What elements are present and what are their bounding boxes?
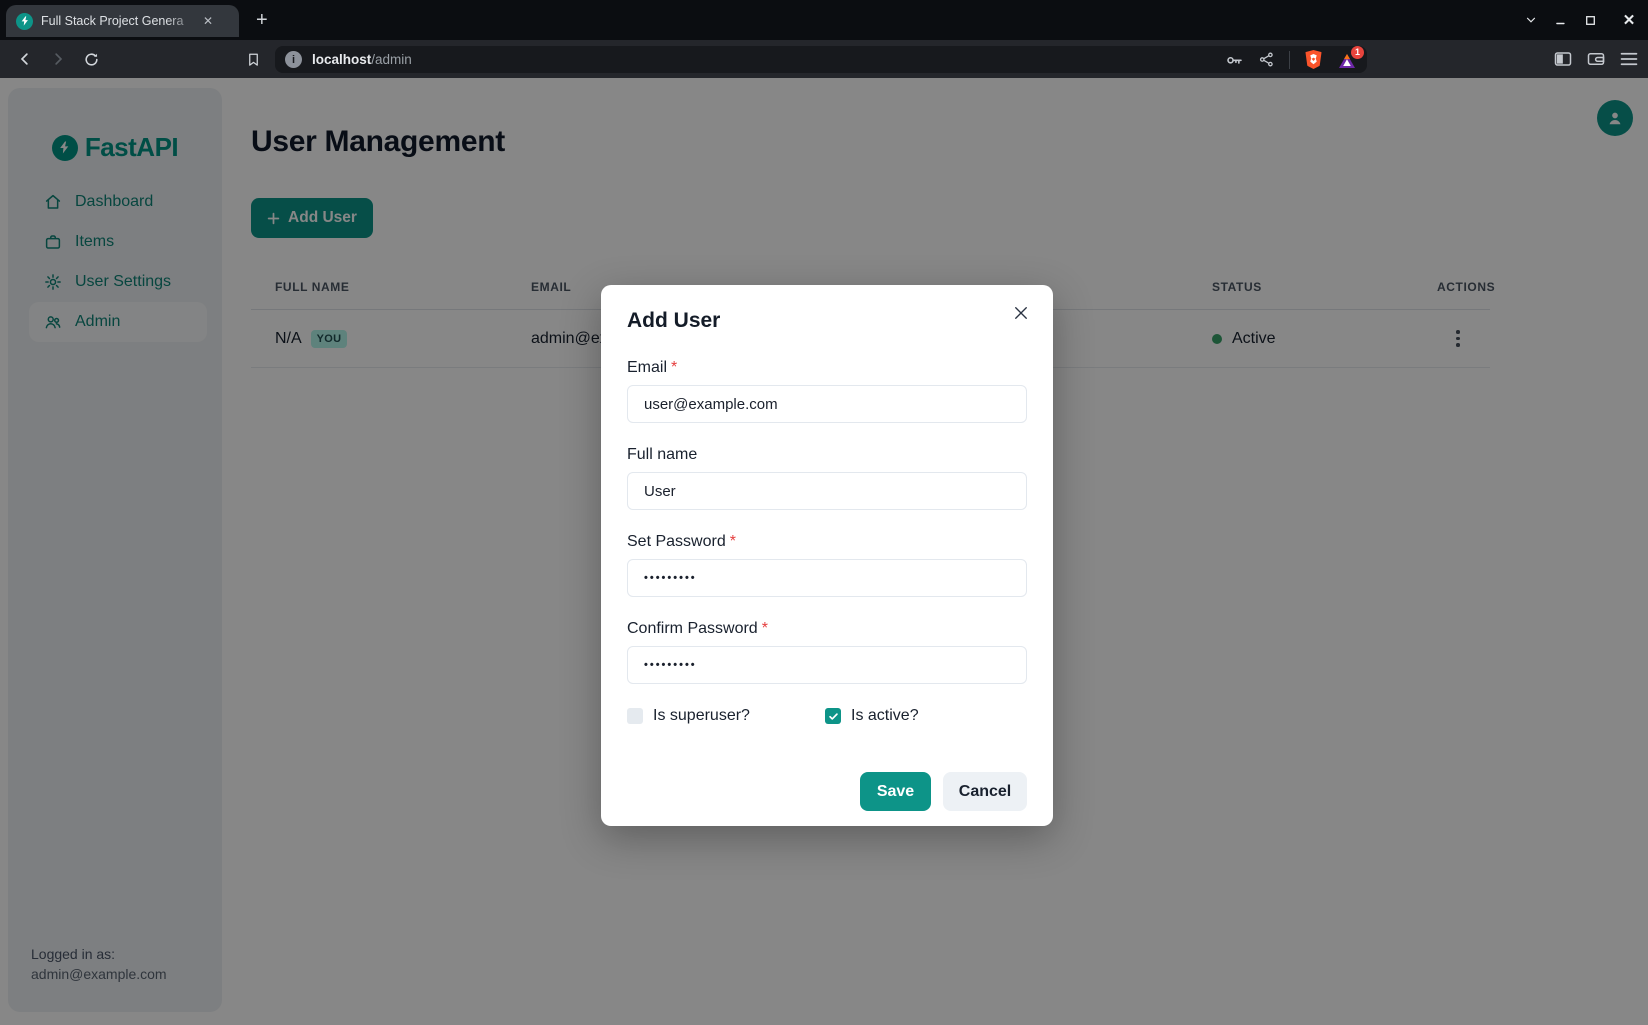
bookmark-icon[interactable] bbox=[241, 40, 265, 78]
info-icon[interactable]: i bbox=[285, 51, 302, 68]
menu-icon[interactable] bbox=[1616, 40, 1642, 78]
window-close-icon[interactable]: ✕ bbox=[1614, 11, 1644, 29]
share-icon[interactable] bbox=[1258, 51, 1275, 68]
maximize-icon[interactable] bbox=[1584, 14, 1614, 27]
extension-icon[interactable]: 1 bbox=[1337, 51, 1357, 69]
url-bar[interactable]: i localhost /admin 1 bbox=[275, 46, 1367, 73]
full-name-field-group: Full name bbox=[627, 446, 1027, 510]
cancel-button[interactable]: Cancel bbox=[943, 772, 1027, 811]
forward-icon[interactable] bbox=[45, 40, 71, 78]
set-password-field[interactable] bbox=[627, 559, 1027, 597]
chevron-down-icon[interactable] bbox=[1524, 13, 1554, 27]
save-button[interactable]: Save bbox=[860, 772, 931, 811]
tab-title: Full Stack Project Genera bbox=[41, 14, 201, 28]
title-bar: Full Stack Project Genera ✕ + ✕ bbox=[0, 0, 1648, 40]
url-host: localhost bbox=[312, 52, 371, 67]
email-field[interactable] bbox=[627, 385, 1027, 423]
extension-badge: 1 bbox=[1351, 46, 1364, 59]
wallet-icon[interactable] bbox=[1583, 40, 1609, 78]
is-superuser-checkbox[interactable]: Is superuser? bbox=[627, 707, 825, 725]
back-icon[interactable] bbox=[12, 40, 38, 78]
sidebar-toggle-icon[interactable] bbox=[1550, 40, 1576, 78]
set-password-field-group: Set Password* bbox=[627, 533, 1027, 597]
tab-close-icon[interactable]: ✕ bbox=[203, 14, 213, 28]
full-name-field[interactable] bbox=[627, 472, 1027, 510]
required-marker: * bbox=[730, 533, 736, 550]
minimize-icon[interactable] bbox=[1554, 13, 1584, 27]
add-user-modal: Add User Email* Full name Set Password* … bbox=[601, 285, 1053, 826]
browser-toolbar: i localhost /admin 1 bbox=[0, 40, 1648, 78]
brave-shield-icon[interactable] bbox=[1304, 49, 1323, 70]
full-name-label: Full name bbox=[627, 446, 697, 463]
browser-window: Full Stack Project Genera ✕ + ✕ bbox=[0, 0, 1648, 1025]
confirm-password-label: Confirm Password bbox=[627, 620, 758, 637]
fastapi-bolt-icon bbox=[16, 13, 33, 30]
required-marker: * bbox=[762, 620, 768, 637]
checkbox-unchecked[interactable] bbox=[627, 708, 643, 724]
check-icon bbox=[828, 711, 839, 722]
url-path: /admin bbox=[371, 52, 412, 67]
set-password-label: Set Password bbox=[627, 533, 726, 550]
new-tab-button[interactable]: + bbox=[256, 8, 268, 32]
email-label: Email bbox=[627, 359, 667, 376]
checkbox-checked[interactable] bbox=[825, 708, 841, 724]
is-active-checkbox[interactable]: Is active? bbox=[825, 707, 1023, 725]
email-field-group: Email* bbox=[627, 359, 1027, 423]
reload-icon[interactable] bbox=[78, 40, 104, 78]
confirm-password-field[interactable] bbox=[627, 646, 1027, 684]
toolbar-divider bbox=[1289, 51, 1290, 69]
key-icon[interactable] bbox=[1225, 50, 1244, 69]
modal-title: Add User bbox=[627, 309, 1027, 333]
confirm-password-field-group: Confirm Password* bbox=[627, 620, 1027, 684]
browser-tab[interactable]: Full Stack Project Genera ✕ bbox=[6, 5, 239, 37]
required-marker: * bbox=[671, 359, 677, 376]
close-icon[interactable] bbox=[1007, 299, 1035, 327]
